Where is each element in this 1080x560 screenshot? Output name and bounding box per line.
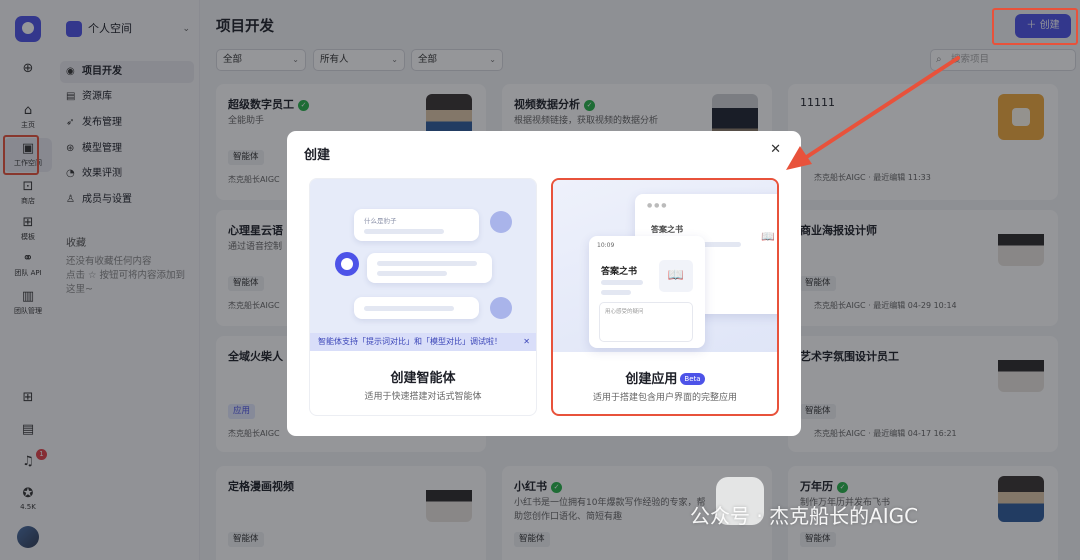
arrow-shaft — [800, 56, 960, 162]
watermark: 公众号 · 杰克船长的AIGC — [690, 504, 919, 528]
annotation-arrow — [786, 56, 960, 170]
